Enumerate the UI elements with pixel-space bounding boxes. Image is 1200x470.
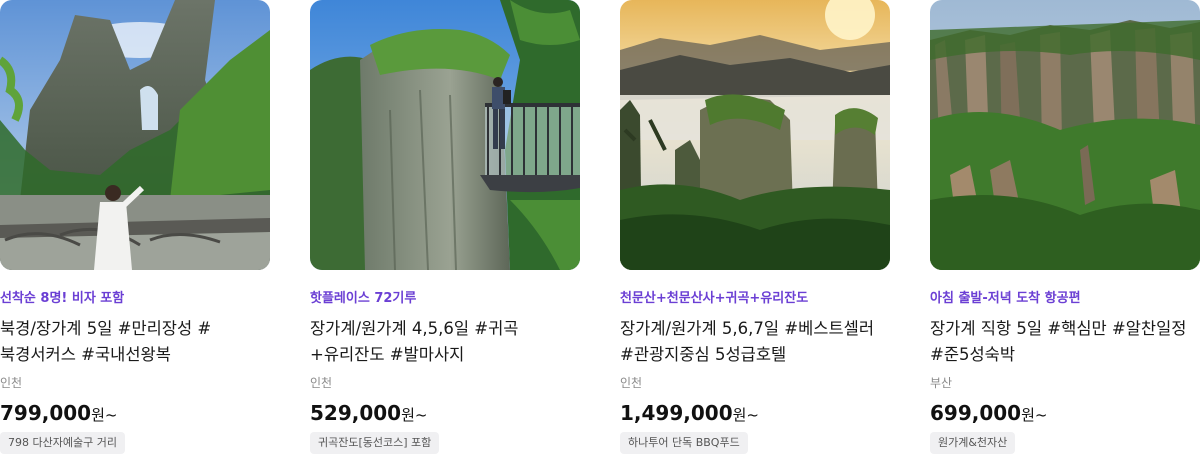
departure-city: 인천 <box>310 376 333 390</box>
price-unit: 원~ <box>401 406 428 424</box>
feature-badge: 798 다산자예술구 거리 <box>0 432 125 454</box>
product-card-row: 선착순 8명! 비자 포함 북경/장가계 5일 #만리장성 #북경서커스 #국내… <box>0 0 1200 470</box>
product-image[interactable] <box>620 0 890 270</box>
departure-city: 인천 <box>620 376 643 390</box>
feature-badge: 귀곡잔도[동선코스] 포함 <box>310 432 440 454</box>
product-price: 699,000원~ <box>930 400 1200 426</box>
price-amount: 1,499,000 <box>620 401 733 425</box>
product-image[interactable] <box>930 0 1200 270</box>
product-card[interactable]: 천문산+천문산사+귀곡+유리잔도 장가계/원가계 5,6,7일 #베스트셀러 #… <box>620 0 890 470</box>
departure-city: 부산 <box>930 376 953 390</box>
product-title[interactable]: 장가계 직항 5일 #핵심만 #알찬일정 #준5성숙박 <box>930 316 1200 368</box>
departure-city: 인천 <box>0 376 23 390</box>
price-amount: 529,000 <box>310 401 402 425</box>
price-unit: 원~ <box>732 406 759 424</box>
price-amount: 799,000 <box>0 401 92 425</box>
product-title[interactable]: 장가계/원가계 5,6,7일 #베스트셀러 #관광지중심 5성급호텔 <box>620 316 890 368</box>
cliff-glass-skywalk-photo <box>310 0 580 270</box>
product-card[interactable]: 핫플레이스 72기루 장가계/원가계 4,5,6일 #귀곡+유리잔도 #발마사지… <box>310 0 580 470</box>
sunrise-sea-of-clouds-photo <box>620 0 890 270</box>
product-price: 1,499,000원~ <box>620 400 890 426</box>
product-card[interactable]: 선착순 8명! 비자 포함 북경/장가계 5일 #만리장성 #북경서커스 #국내… <box>0 0 270 470</box>
product-card[interactable]: 아침 출발-저녁 도착 항공편 장가계 직항 5일 #핵심만 #알찬일정 #준5… <box>930 0 1200 470</box>
product-tagline: 선착순 8명! 비자 포함 <box>0 291 125 306</box>
product-tagline: 아침 출발-저녁 도착 항공편 <box>930 291 1081 306</box>
feature-badge: 하나투어 단독 BBQ푸드 <box>620 432 748 454</box>
price-amount: 699,000 <box>930 401 1022 425</box>
product-image[interactable] <box>0 0 270 270</box>
product-tagline: 천문산+천문산사+귀곡+유리잔도 <box>620 291 809 306</box>
tianmen-mountain-photo <box>0 0 270 270</box>
product-title[interactable]: 장가계/원가계 4,5,6일 #귀곡+유리잔도 #발마사지 <box>310 316 580 368</box>
feature-badge: 원가계&천자산 <box>930 432 1016 454</box>
price-unit: 원~ <box>1021 406 1048 424</box>
product-tagline: 핫플레이스 72기루 <box>310 291 417 306</box>
product-image[interactable] <box>310 0 580 270</box>
product-price: 799,000원~ <box>0 400 270 426</box>
price-unit: 원~ <box>91 406 118 424</box>
product-title[interactable]: 북경/장가계 5일 #만리장성 #북경서커스 #국내선왕복 <box>0 316 270 368</box>
product-price: 529,000원~ <box>310 400 580 426</box>
sandstone-pillar-valley-photo <box>930 0 1200 270</box>
